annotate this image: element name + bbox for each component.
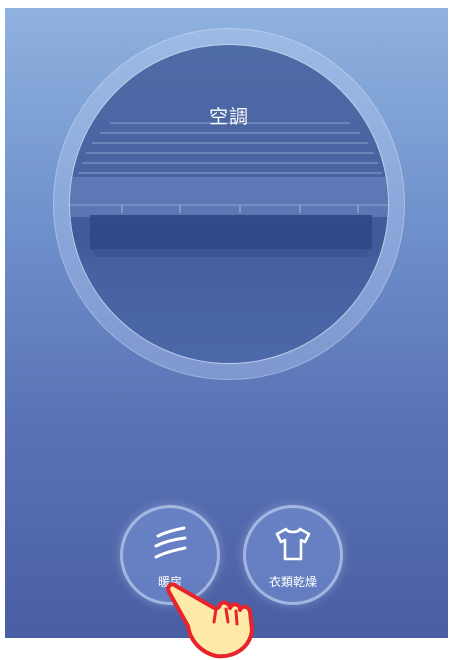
- hand-pointer-icon: [166, 582, 254, 659]
- mode-label: 空調: [208, 106, 249, 128]
- mode-dial[interactable]: 空調: [53, 28, 405, 380]
- fan-icon: [70, 48, 78, 64]
- heat-waves-icon: [154, 526, 187, 559]
- app-screen: 空調 暖房 衣類乾燥: [5, 8, 448, 638]
- air-conditioner-graphic: [70, 122, 388, 363]
- mode-dial-face: 空調: [69, 44, 389, 364]
- shirt-icon: [275, 527, 311, 561]
